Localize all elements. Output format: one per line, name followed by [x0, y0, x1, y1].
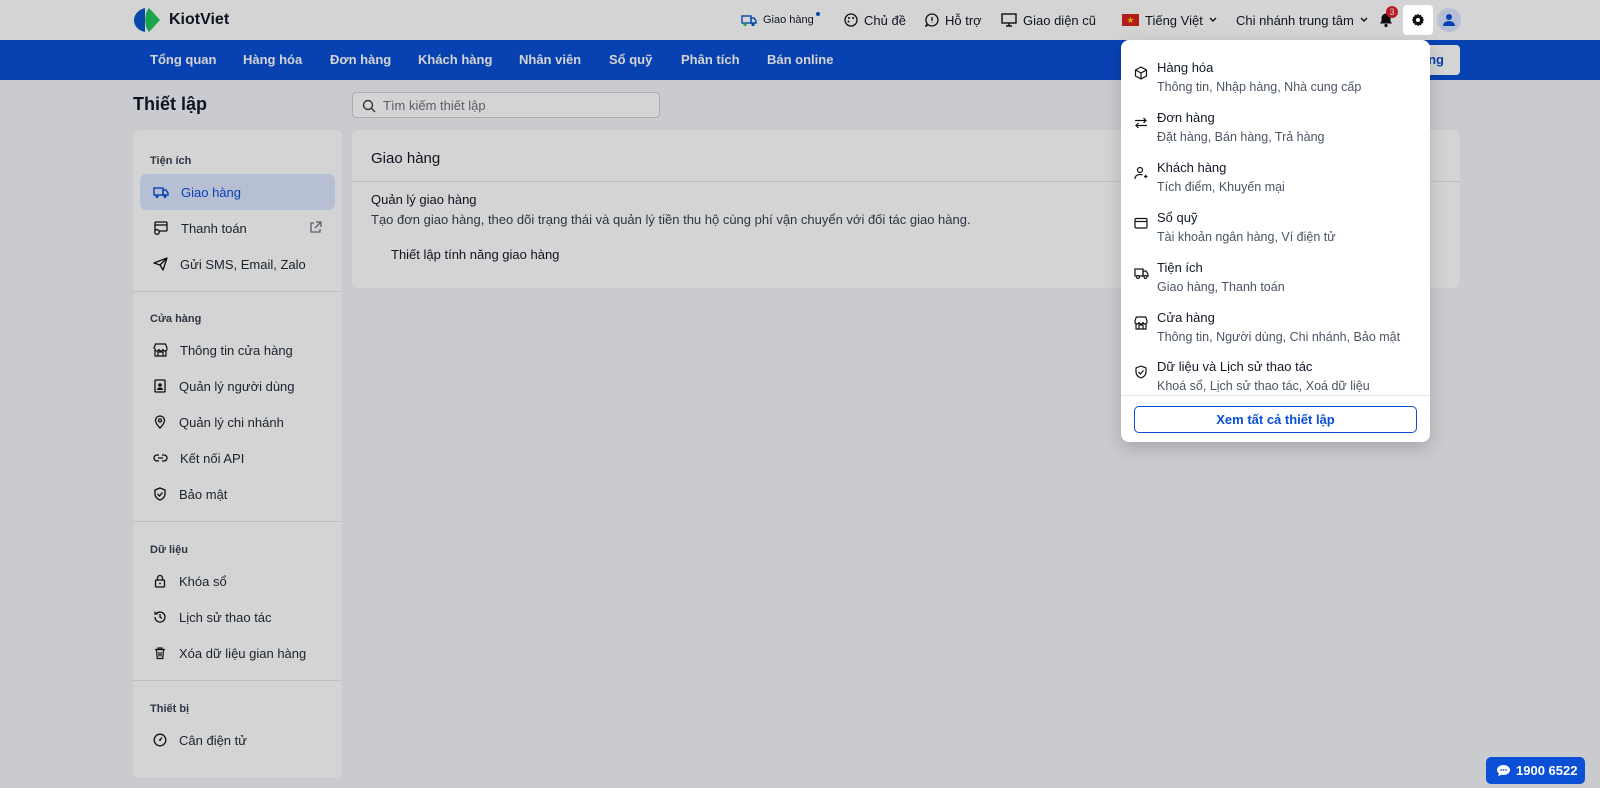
- dropdown-item-title: Cửa hàng: [1157, 310, 1215, 325]
- dropdown-item-title: Tiện ích: [1157, 260, 1203, 275]
- chat-bubble-icon: [1497, 765, 1510, 777]
- dropdown-item-subtitle: Đặt hàng, Bán hàng, Trả hàng: [1157, 130, 1325, 144]
- dropdown-item-subtitle: Khoá sổ, Lịch sử thao tác, Xoá dữ liệu: [1157, 379, 1370, 393]
- view-all-settings-button[interactable]: Xem tất cả thiết lập: [1134, 406, 1417, 433]
- swap-icon: [1135, 117, 1147, 129]
- dropdown-item-subtitle: Tích điểm, Khuyến mại: [1157, 180, 1285, 194]
- dropdown-item-products[interactable]: Hàng hóa Thông tin, Nhập hàng, Nhà cung …: [1121, 47, 1430, 97]
- dropdown-item-title: Đơn hàng: [1157, 110, 1215, 125]
- dropdown-item-subtitle: Thông tin, Nhập hàng, Nhà cung cấp: [1157, 80, 1362, 94]
- user-icon: [1134, 166, 1148, 180]
- truck-icon: [1134, 268, 1149, 279]
- box-icon: [1134, 66, 1148, 80]
- shield-icon: [1135, 365, 1147, 379]
- wallet-icon: [1134, 217, 1148, 229]
- gear-icon: [1411, 13, 1425, 27]
- dropdown-item-data-history[interactable]: Dữ liệu và Lịch sử thao tác Khoá sổ, Lịc…: [1121, 346, 1430, 396]
- dropdown-item-subtitle: Tài khoản ngân hàng, Ví điện tử: [1157, 230, 1336, 244]
- dropdown-item-title: Hàng hóa: [1157, 60, 1214, 75]
- dropdown-item-title: Sổ quỹ: [1157, 210, 1198, 225]
- dropdown-item-customers[interactable]: Khách hàng Tích điểm, Khuyến mại: [1121, 147, 1430, 197]
- hotline-number: 1900 6522: [1516, 763, 1578, 778]
- dropdown-item-store[interactable]: Cửa hàng Thông tin, Người dùng, Chi nhán…: [1121, 297, 1430, 347]
- dropdown-item-utilities[interactable]: Tiện ích Giao hàng, Thanh toán: [1121, 244, 1361, 297]
- hotline-button[interactable]: 1900 6522: [1486, 757, 1585, 784]
- dropdown-item-title: Dữ liệu và Lịch sử thao tác: [1157, 359, 1313, 374]
- dropdown-item-title: Khách hàng: [1157, 160, 1227, 175]
- store-icon: [1134, 316, 1148, 330]
- dropdown-item-subtitle: Thông tin, Người dùng, Chi nhánh, Bảo mậ…: [1157, 330, 1401, 344]
- dropdown-item-subtitle: Giao hàng, Thanh toán: [1157, 280, 1285, 294]
- dropdown-divider: [1121, 395, 1430, 396]
- dropdown-item-cashbook[interactable]: Sổ quỹ Tài khoản ngân hàng, Ví điện tử: [1121, 197, 1430, 247]
- settings-dropdown: Hàng hóa Thông tin, Nhập hàng, Nhà cung …: [1121, 40, 1430, 442]
- settings-button[interactable]: [1403, 5, 1433, 35]
- dropdown-item-orders[interactable]: Đơn hàng Đặt hàng, Bán hàng, Trả hàng: [1121, 97, 1430, 147]
